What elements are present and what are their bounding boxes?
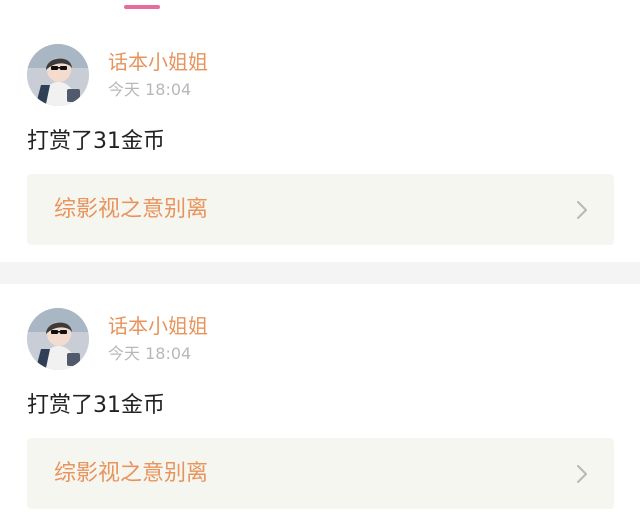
book-title: 综影视之意别离	[54, 461, 209, 486]
username[interactable]: 话本小姐姐	[108, 314, 208, 338]
feed-item: 话本小姐姐 今天 18:04 打赏了31金币 综影视之意别离	[0, 284, 640, 526]
timestamp: 今天 18:04	[108, 344, 192, 363]
username[interactable]: 话本小姐姐	[108, 50, 208, 74]
section-divider	[0, 262, 640, 284]
reward-message: 打赏了31金币	[27, 393, 165, 418]
book-title: 综影视之意别离	[54, 197, 209, 222]
book-link-card[interactable]: 综影视之意别离	[27, 174, 614, 245]
chevron-right-icon	[576, 464, 588, 484]
avatar[interactable]	[27, 44, 89, 106]
reward-message: 打赏了31金币	[27, 129, 165, 154]
avatar[interactable]	[27, 308, 89, 370]
timestamp: 今天 18:04	[108, 80, 192, 99]
reward-feed: 话本小姐姐 今天 18:04 打赏了31金币 综影视之意别离 话本小姐姐 今天 …	[0, 20, 640, 526]
feed-item: 话本小姐姐 今天 18:04 打赏了31金币 综影视之意别离	[0, 20, 640, 262]
chevron-right-icon	[576, 200, 588, 220]
active-tab-indicator	[124, 5, 160, 9]
book-link-card[interactable]: 综影视之意别离	[27, 438, 614, 509]
